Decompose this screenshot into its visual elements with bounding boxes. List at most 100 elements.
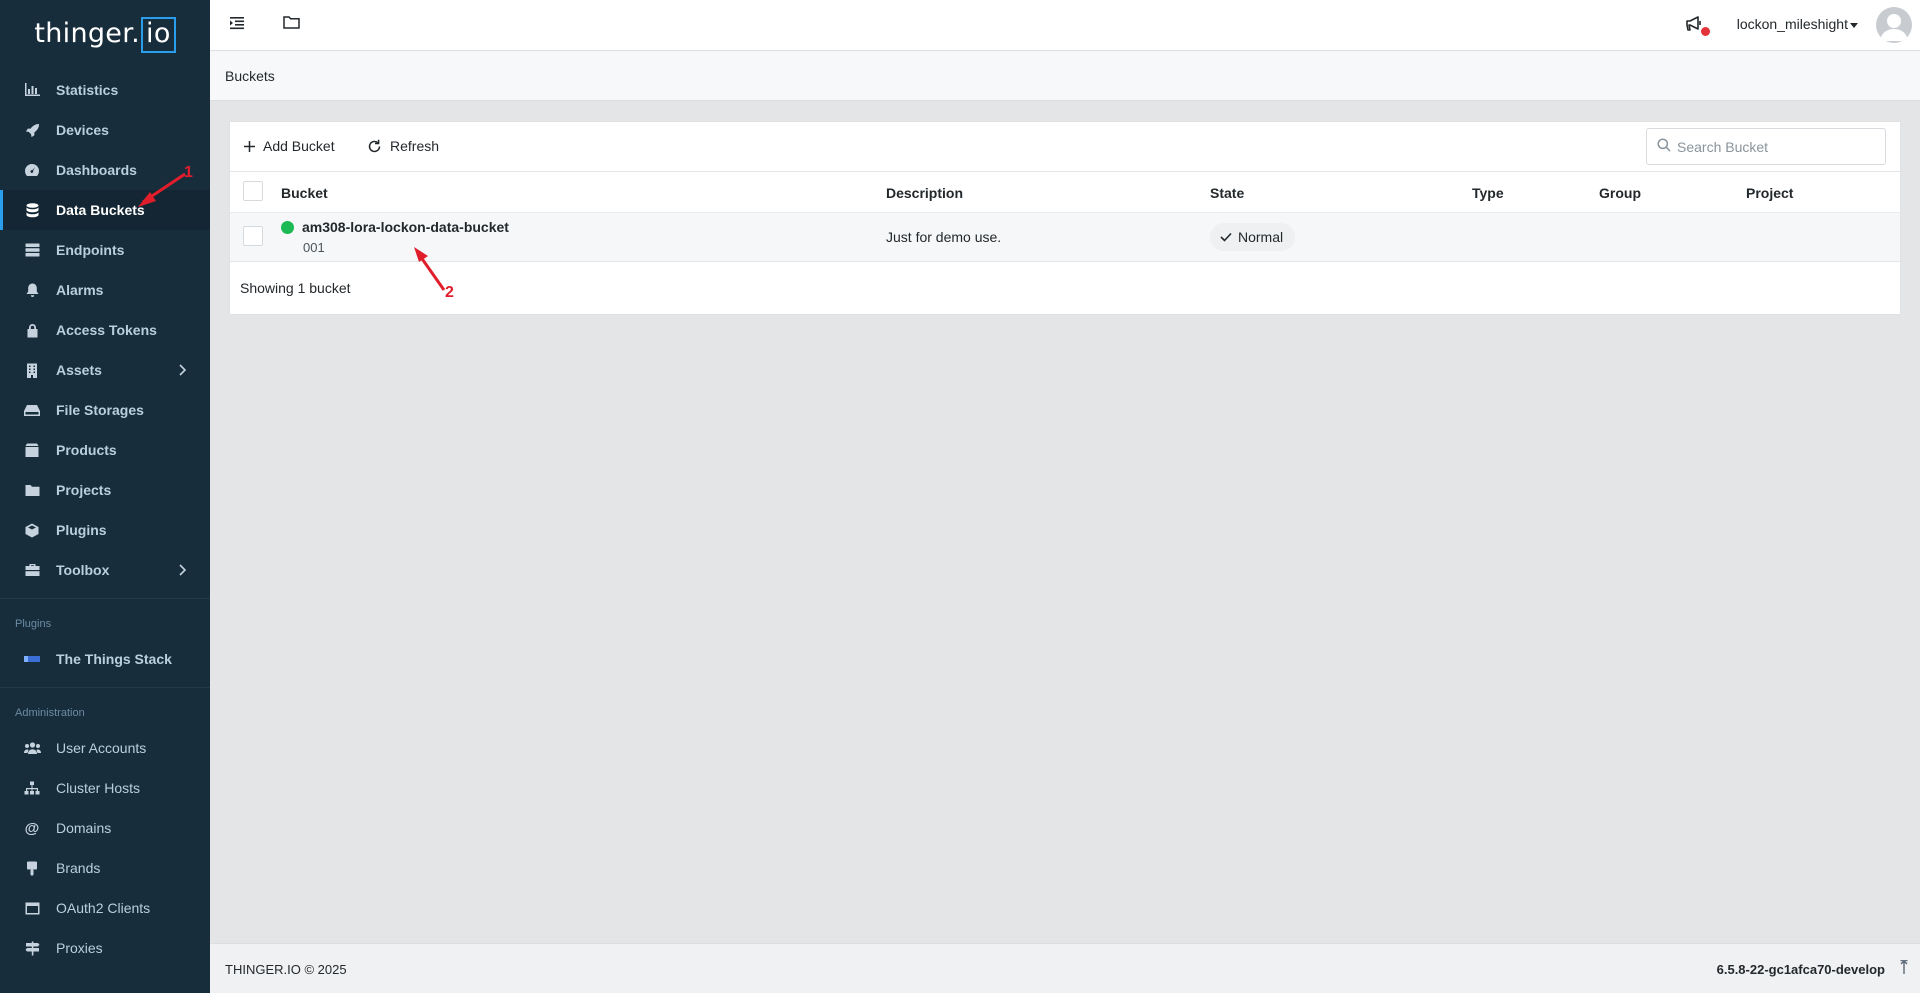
bell-icon — [22, 282, 42, 298]
sidebar-item-file-storages[interactable]: File Storages — [0, 390, 210, 430]
plugins-section-title: Plugins — [15, 618, 52, 630]
sidebar-divider — [0, 598, 210, 599]
scroll-top-icon[interactable] — [1900, 960, 1908, 977]
buckets-card: Add Bucket Refresh Bucket Description St… — [229, 121, 1901, 315]
storage-icon — [22, 402, 42, 418]
column-header-description[interactable]: Description — [886, 185, 963, 201]
bucket-id: 001 — [303, 240, 325, 255]
sidebar-item-label: File Storages — [56, 402, 144, 418]
sidebar-divider — [0, 687, 210, 688]
folder-icon[interactable] — [283, 15, 300, 33]
sidebar-item-endpoints[interactable]: Endpoints — [0, 230, 210, 270]
row-checkbox[interactable] — [243, 226, 263, 246]
sidebar-item-label: Dashboards — [56, 162, 137, 178]
sidebar-item-alarms[interactable]: Alarms — [0, 270, 210, 310]
sidebar-item-label: Plugins — [56, 522, 107, 538]
thinger-logo[interactable]: thinger. io — [0, 0, 210, 70]
sidebar-item-dashboards[interactable]: Dashboards — [0, 150, 210, 190]
window-icon — [22, 900, 42, 916]
copyright: THINGER.IO © 2025 — [225, 962, 347, 977]
sidebar-item-toolbox[interactable]: Toolbox — [0, 550, 210, 590]
sidebar-item-user-accounts[interactable]: User Accounts — [0, 728, 210, 768]
column-header-project[interactable]: Project — [1746, 185, 1793, 201]
sidebar-item-label: User Accounts — [56, 740, 147, 756]
avatar[interactable] — [1876, 7, 1912, 43]
sidebar-item-cluster-hosts[interactable]: Cluster Hosts — [0, 768, 210, 808]
refresh-button[interactable]: Refresh — [367, 138, 439, 154]
lock-icon — [22, 322, 42, 338]
table-header: Bucket Description State Type Group Proj… — [230, 172, 1900, 212]
refresh-label: Refresh — [390, 138, 440, 154]
sidebar-item-label: Data Buckets — [56, 202, 145, 218]
sidebar-item-label: Access Tokens — [56, 322, 157, 338]
sidebar-item-statistics[interactable]: Statistics — [0, 70, 210, 110]
toolbox-icon — [22, 562, 42, 578]
main-nav: Statistics Devices Dashboards Data Bucke… — [0, 70, 210, 590]
sidebar-item-label: The Things Stack — [56, 651, 172, 667]
sidebar-item-label: Statistics — [56, 82, 119, 98]
column-header-type[interactable]: Type — [1472, 185, 1504, 201]
search-box — [1646, 128, 1886, 165]
sidebar-item-data-buckets[interactable]: Data Buckets — [0, 190, 210, 230]
top-header: lockon_mileshight — [210, 0, 1920, 51]
sidebar-item-proxies[interactable]: Proxies — [0, 928, 210, 968]
sidebar-item-projects[interactable]: Projects — [0, 470, 210, 510]
at-icon: @ — [24, 819, 40, 837]
table-count: Showing 1 bucket — [240, 280, 351, 296]
user-menu[interactable]: lockon_mileshight — [1737, 16, 1858, 32]
cube-icon — [22, 522, 42, 538]
add-bucket-label: Add Bucket — [263, 138, 335, 154]
username: lockon_mileshight — [1736, 16, 1848, 32]
sidebar-item-label: Cluster Hosts — [56, 780, 141, 796]
sidebar-item-brands[interactable]: Brands — [0, 848, 210, 888]
ttn-icon — [22, 651, 42, 667]
sidebar-item-products[interactable]: Products — [0, 430, 210, 470]
sidebar-item-label: OAuth2 Clients — [56, 900, 151, 916]
sidebar-toggle-icon[interactable] — [229, 15, 245, 34]
search-icon — [1657, 138, 1671, 155]
chevron-right-icon — [178, 563, 187, 579]
rocket-icon — [22, 122, 42, 138]
sidebar-item-label: Devices — [56, 122, 109, 138]
sidebar-item-access-tokens[interactable]: Access Tokens — [0, 310, 210, 350]
version: 6.5.8-22-gc1afca70-develop — [1716, 962, 1885, 977]
status-dot — [281, 221, 294, 234]
folder-icon — [22, 482, 42, 498]
bucket-description: Just for demo use. — [886, 229, 1002, 245]
database-icon — [22, 202, 42, 218]
column-header-group[interactable]: Group — [1599, 185, 1641, 201]
sidebar-item-oauth2-clients[interactable]: OAuth2 Clients — [0, 888, 210, 928]
sidebar-item-domains[interactable]: @ Domains — [0, 808, 210, 848]
page-title: Buckets — [225, 68, 275, 84]
announcements-button[interactable] — [1685, 15, 1710, 36]
column-header-bucket[interactable]: Bucket — [281, 185, 328, 201]
gauge-icon — [22, 162, 42, 178]
add-bucket-button[interactable]: Add Bucket — [244, 138, 335, 154]
sidebar-item-label: Assets — [56, 362, 102, 378]
annotation-label-1: 1 — [184, 164, 193, 181]
sidebar-item-label: Projects — [56, 482, 112, 498]
sidebar-item-the-things-stack[interactable]: The Things Stack — [0, 639, 210, 679]
table-row[interactable]: am308-lora-lockon-data-bucket 001 Just f… — [230, 212, 1900, 262]
notification-dot — [1701, 27, 1710, 36]
column-header-state[interactable]: State — [1210, 185, 1244, 201]
bucket-name-link[interactable]: am308-lora-lockon-data-bucket — [302, 219, 509, 235]
sidebar-item-label: Domains — [56, 820, 112, 836]
status-label: Normal — [1238, 229, 1284, 245]
chart-icon — [22, 82, 42, 98]
brush-icon — [22, 860, 42, 876]
server-icon — [22, 242, 42, 258]
search-input[interactable] — [1677, 138, 1877, 155]
buckets-toolbar: Add Bucket Refresh — [230, 122, 1900, 172]
caret-down-icon — [1850, 22, 1858, 28]
users-icon — [22, 740, 42, 756]
signs-icon — [22, 940, 42, 956]
sidebar-item-devices[interactable]: Devices — [0, 110, 210, 150]
building-icon — [22, 362, 42, 378]
logo-io-box: io — [141, 17, 176, 53]
select-all-checkbox[interactable] — [243, 181, 263, 201]
sidebar-item-plugins[interactable]: Plugins — [0, 510, 210, 550]
sidebar-item-assets[interactable]: Assets — [0, 350, 210, 390]
sidebar-item-label: Endpoints — [56, 242, 125, 258]
refresh-icon — [367, 139, 382, 154]
